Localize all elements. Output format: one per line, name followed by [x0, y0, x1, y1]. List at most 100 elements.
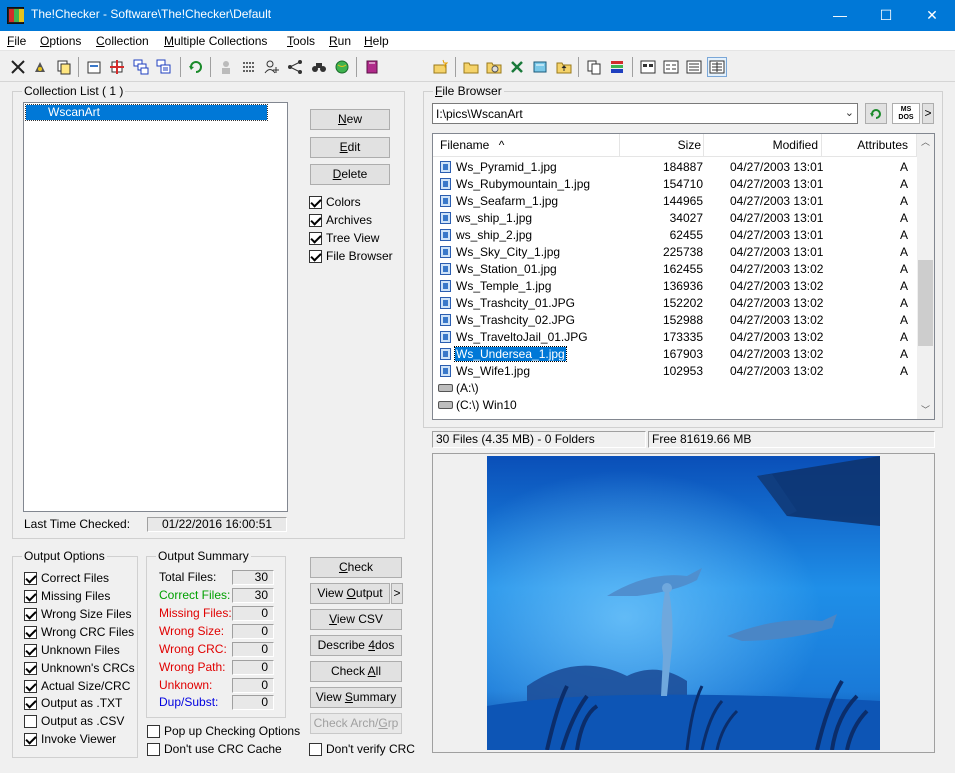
view-summary-button[interactable]: View Summary — [310, 687, 402, 708]
file-row[interactable]: ws_ship_2.jpg 62455 04/27/2003 13:01 A — [433, 227, 917, 244]
invoke-viewer-checkbox[interactable]: Invoke Viewer — [24, 732, 116, 746]
dont-use-crc-cache-checkbox[interactable]: Don't use CRC Cache — [147, 742, 282, 756]
copy-icon[interactable] — [54, 57, 74, 77]
delete-button[interactable]: Delete — [310, 164, 390, 185]
total-files-value: 30 — [232, 570, 274, 585]
more-arrow-button[interactable]: > — [922, 103, 934, 124]
file-row[interactable]: Ws_Seafarm_1.jpg 144965 04/27/2003 13:01 A — [433, 193, 917, 210]
app-icon[interactable] — [7, 7, 24, 24]
refresh-icon[interactable] — [186, 57, 206, 77]
file-row[interactable]: Ws_Pyramid_1.jpg 184887 04/27/2003 13:01 A — [433, 159, 917, 176]
file-row[interactable]: ws_ship_1.jpg 34027 04/27/2003 13:01 A — [433, 210, 917, 227]
actual-size-crc-checkbox[interactable]: Actual Size/CRC — [24, 679, 130, 693]
file-row[interactable]: Ws_Wife1.jpg 102953 04/27/2003 13:02 A — [433, 363, 917, 380]
output-csv-checkbox[interactable]: Output as .CSV — [24, 714, 124, 728]
column-filename[interactable]: Filename ^ — [433, 134, 620, 156]
up-folder-icon[interactable] — [554, 57, 574, 77]
tree-view-checkbox[interactable]: Tree View — [309, 231, 379, 245]
menu-file[interactable]: File — [7, 34, 26, 48]
new-folder-icon[interactable] — [430, 57, 450, 77]
details-view-icon[interactable] — [707, 57, 727, 77]
popup-checking-options-checkbox[interactable]: Pop up Checking Options — [147, 724, 300, 738]
menu-run[interactable]: Run — [329, 34, 351, 48]
file-row[interactable]: Ws_Station_01.jpg 162455 04/27/2003 13:02 A — [433, 261, 917, 278]
new-button[interactable]: New — [310, 109, 390, 130]
free-space-status: Free 81619.66 MB — [648, 431, 935, 448]
file-row[interactable]: Ws_Temple_1.jpg 136936 04/27/2003 13:02 A — [433, 278, 917, 295]
collection-listbox[interactable]: WscanArt — [23, 102, 288, 512]
file-row[interactable]: Ws_Sky_City_1.jpg 225738 04/27/2003 13:01 A — [433, 244, 917, 261]
cd-icon[interactable] — [484, 57, 504, 77]
check-arch-grp-button[interactable]: Check Arch/Grp — [310, 713, 402, 734]
minimize-button[interactable]: — — [817, 0, 863, 31]
copy-files-icon[interactable] — [584, 57, 604, 77]
menu-collection[interactable]: Collection — [96, 34, 149, 48]
globe-icon[interactable] — [332, 57, 352, 77]
run-icon[interactable] — [30, 57, 50, 77]
column-attributes[interactable]: Attributes — [822, 134, 917, 156]
menu-help[interactable]: Help — [364, 34, 389, 48]
view-output-button[interactable]: View Output — [310, 583, 390, 604]
list-view-icon[interactable] — [684, 57, 704, 77]
hard-drive-icon — [438, 401, 453, 409]
scrollbar-thumb[interactable] — [918, 260, 933, 346]
dont-verify-crc-checkbox[interactable]: Don't verify CRC — [309, 742, 415, 756]
missing-files-checkbox[interactable]: Missing Files — [24, 589, 110, 603]
file-row-selected[interactable]: Ws_Undersea_1.jpg 167903 04/27/2003 13:02 A — [433, 346, 917, 363]
excel-icon[interactable] — [507, 57, 527, 77]
correct-files-checkbox[interactable]: Correct Files — [24, 571, 109, 585]
small-icons-icon[interactable] — [661, 57, 681, 77]
maximize-button[interactable]: ☐ — [863, 0, 909, 31]
menu-options[interactable]: Options — [40, 34, 81, 48]
unknowns-crcs-checkbox[interactable]: Unknown's CRCs — [24, 661, 135, 675]
file-browser-checkbox[interactable]: File Browser — [309, 249, 393, 263]
book-icon[interactable] — [362, 57, 382, 77]
explore-icon[interactable] — [530, 57, 550, 77]
edit-button[interactable]: Edit — [310, 137, 390, 158]
view-csv-button[interactable]: View CSV — [310, 609, 402, 630]
file-row[interactable]: Ws_Rubymountain_1.jpg 154710 04/27/2003 13… — [433, 176, 917, 193]
vertical-scrollbar[interactable]: ︿ ﹀ — [917, 134, 934, 419]
ms-dos-button[interactable]: MS DOS — [892, 103, 920, 124]
describe-4dos-button[interactable]: Describe 4dos — [310, 635, 402, 656]
menu-tools[interactable]: Tools — [287, 34, 315, 48]
file-row[interactable]: Ws_Trashcity_02.JPG 152988 04/27/2003 13:0… — [433, 312, 917, 329]
colors-checkbox[interactable]: Colors — [309, 195, 361, 209]
check-all-button[interactable]: Check All — [310, 661, 402, 682]
refresh-path-button[interactable] — [865, 103, 887, 124]
path-combobox[interactable]: I:\pics\WscanArt ⌄ — [432, 103, 858, 124]
collection-item-wscanart[interactable]: WscanArt — [25, 104, 268, 121]
multi-collection-icon[interactable] — [131, 57, 151, 77]
properties-icon[interactable] — [84, 57, 104, 77]
archives-checkbox[interactable]: Archives — [309, 213, 372, 227]
cut-icon[interactable] — [8, 57, 28, 77]
output-txt-checkbox[interactable]: Output as .TXT — [24, 696, 122, 710]
options-icon[interactable] — [107, 57, 127, 77]
chevron-down-icon[interactable]: ⌄ — [845, 106, 854, 119]
file-row[interactable]: Ws_Trashcity_01.JPG 152202 04/27/2003 13:0… — [433, 295, 917, 312]
open-folder-icon[interactable] — [461, 57, 481, 77]
user-icon[interactable] — [216, 57, 236, 77]
multi-edit-icon[interactable] — [154, 57, 174, 77]
menu-multiple-collections[interactable]: Multiple Collections — [164, 34, 267, 48]
find-icon[interactable] — [309, 57, 329, 77]
column-size[interactable]: Size — [620, 134, 704, 156]
large-icons-icon[interactable] — [638, 57, 658, 77]
drive-row[interactable]: (A:\) — [433, 380, 917, 397]
wrong-size-files-checkbox[interactable]: Wrong Size Files — [24, 607, 131, 621]
view-output-arrow-button[interactable]: > — [391, 583, 403, 604]
file-row[interactable]: Ws_TraveltoJail_01.JPG 173335 04/27/2003 1… — [433, 329, 917, 346]
user-add-icon[interactable] — [262, 57, 282, 77]
close-button[interactable]: ✕ — [909, 0, 955, 31]
network-icon[interactable] — [285, 57, 305, 77]
file-list[interactable]: Filename ^ Size Modified Attributes Ws_P… — [432, 133, 935, 420]
wrong-crc-files-checkbox[interactable]: Wrong CRC Files — [24, 625, 134, 639]
scroll-down-icon[interactable]: ﹀ — [917, 402, 934, 419]
unknown-files-checkbox[interactable]: Unknown Files — [24, 643, 120, 657]
stack-icon[interactable] — [607, 57, 627, 77]
scroll-up-icon[interactable]: ︿ — [917, 134, 934, 151]
drive-row[interactable]: (C:\) Win10 — [433, 397, 917, 414]
scan-icon[interactable] — [239, 57, 259, 77]
column-modified[interactable]: Modified — [704, 134, 822, 156]
check-button[interactable]: Check — [310, 557, 402, 578]
